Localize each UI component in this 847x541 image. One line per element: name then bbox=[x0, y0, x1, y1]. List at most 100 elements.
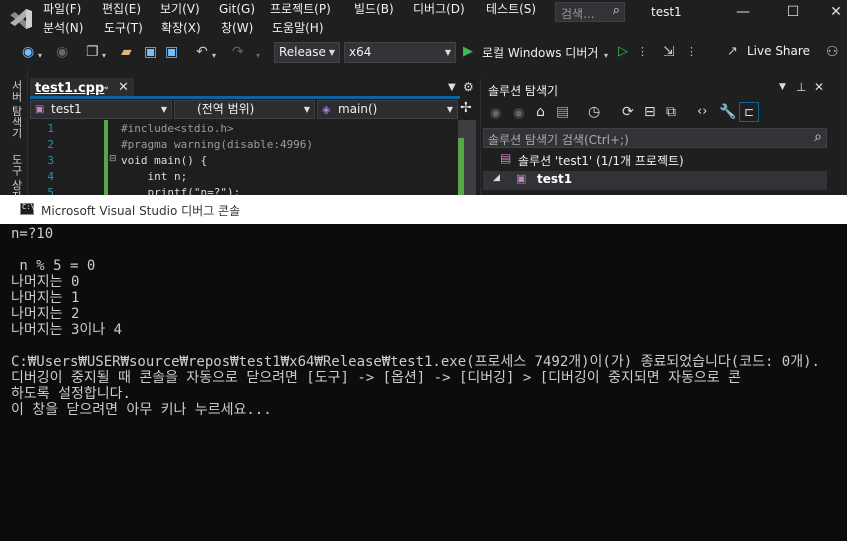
maximize-icon[interactable]: ☐ bbox=[783, 3, 803, 21]
collapse-all-icon[interactable]: ⊟ bbox=[644, 104, 656, 120]
tab-server-explorer[interactable]: 서버 탐색기 bbox=[8, 80, 24, 139]
menu-tools[interactable]: 도구(T) bbox=[104, 21, 143, 35]
pending-changes-icon[interactable]: ◷ bbox=[588, 104, 600, 120]
forward-icon[interactable]: ◉ bbox=[56, 44, 68, 60]
member-nav-select[interactable]: ◈ main() ▼ bbox=[317, 100, 458, 119]
active-tab-stripe bbox=[30, 96, 460, 99]
save-icon[interactable]: ▣ bbox=[144, 44, 157, 60]
properties-icon[interactable]: 🔧 bbox=[719, 104, 736, 120]
live-share-button[interactable]: Live Share bbox=[747, 44, 810, 58]
console-line: 하도록 설정합니다. bbox=[11, 386, 131, 402]
account-icon[interactable]: ⚇ bbox=[826, 44, 839, 60]
split-editor-icon[interactable]: ✢ bbox=[460, 100, 472, 116]
project-item[interactable]: test1 bbox=[537, 172, 572, 186]
platform-select[interactable]: x64 ▼ bbox=[344, 42, 456, 63]
start-debugging-button[interactable]: 로컬 Windows 디버거 bbox=[482, 44, 598, 61]
switch-views-icon[interactable]: ▤ bbox=[556, 104, 569, 120]
line-number: 3 bbox=[47, 154, 54, 167]
redo-dropdown-icon[interactable]: ▾ bbox=[256, 48, 260, 64]
console-line: 디버깅이 중지될 때 콘솔을 자동으로 닫으려면 [도구] -> [옵션] ->… bbox=[11, 370, 741, 386]
menu-debug[interactable]: 디버그(D) bbox=[413, 2, 465, 16]
console-output[interactable]: n=?10 n % 5 = 0 나머지는 0 나머지는 1 나머지는 2 나머지… bbox=[0, 224, 847, 541]
window-title: test1 bbox=[651, 5, 682, 19]
line-number: 4 bbox=[47, 170, 54, 183]
live-share-icon[interactable]: ↗ bbox=[727, 44, 738, 60]
pin-icon[interactable]: ⊸ bbox=[100, 83, 108, 94]
menu-test[interactable]: 테스트(S) bbox=[486, 2, 536, 16]
hot-reload-icon[interactable]: ⇲ bbox=[663, 44, 675, 60]
minimize-icon[interactable]: — bbox=[733, 3, 753, 21]
panel-menu-icon[interactable]: ▼ bbox=[779, 82, 786, 92]
menu-help[interactable]: 도움말(H) bbox=[272, 21, 324, 35]
chevron-down-icon: ▼ bbox=[446, 105, 453, 114]
forward-icon[interactable]: ◉ bbox=[513, 106, 524, 121]
menu-extensions[interactable]: 확장(X) bbox=[161, 21, 201, 35]
run-dropdown-icon[interactable]: ▾ bbox=[604, 48, 608, 64]
view-code-icon[interactable]: ‹› bbox=[697, 104, 707, 119]
project-nav-value: test1 bbox=[51, 102, 82, 116]
menu-window[interactable]: 창(W) bbox=[221, 21, 253, 35]
configuration-select[interactable]: Release ▼ bbox=[274, 42, 340, 63]
open-folder-icon[interactable]: ▰ bbox=[121, 44, 132, 60]
new-project-icon[interactable]: ❐ bbox=[86, 44, 99, 60]
cpp-project-icon: ▣ bbox=[516, 172, 527, 185]
editor-scroll-thumb[interactable] bbox=[458, 138, 464, 198]
home-icon[interactable]: ⌂ bbox=[536, 104, 545, 120]
pin-panel-icon[interactable]: ⊥ bbox=[796, 80, 806, 94]
code-line[interactable]: void main() { bbox=[121, 154, 207, 167]
close-tab-icon[interactable]: ✕ bbox=[118, 80, 129, 95]
gear-icon[interactable]: ⚙ bbox=[463, 80, 474, 94]
new-project-dropdown-icon[interactable]: ▾ bbox=[102, 48, 106, 64]
toolbar-overflow-icon[interactable]: ⋮ bbox=[686, 44, 697, 60]
menu-project[interactable]: 프로젝트(P) bbox=[270, 2, 331, 16]
preview-icon[interactable]: ⊏ bbox=[739, 102, 759, 122]
project-nav-select[interactable]: ▣ test1 ▼ bbox=[30, 100, 172, 119]
back-dropdown-icon[interactable]: ▾ bbox=[38, 48, 42, 64]
code-line[interactable]: #pragma warning(disable:4996) bbox=[121, 138, 313, 151]
console-line: n=?10 bbox=[11, 226, 54, 242]
tab-test1-cpp[interactable]: test1.cpp ⊸ ✕ bbox=[30, 78, 134, 98]
start-without-debugging-icon[interactable]: ▷ bbox=[618, 44, 628, 60]
method-icon: ◈ bbox=[322, 103, 331, 116]
chevron-down-icon: ▼ bbox=[160, 105, 167, 114]
solution-root-item[interactable]: 솔루션 'test1' (1/1개 프로젝트) bbox=[518, 152, 684, 169]
menu-build[interactable]: 빌드(B) bbox=[354, 2, 394, 16]
scope-nav-select[interactable]: (전역 범위) ▼ bbox=[174, 100, 315, 119]
back-icon[interactable]: ◉ bbox=[490, 106, 501, 121]
search-placeholder: 검색... bbox=[561, 7, 595, 21]
menu-view[interactable]: 보기(V) bbox=[160, 2, 200, 16]
close-panel-icon[interactable]: ✕ bbox=[814, 80, 824, 94]
menu-git[interactable]: Git(G) bbox=[219, 2, 255, 16]
back-icon[interactable]: ◉ bbox=[22, 44, 34, 60]
solution-search-placeholder: 솔루션 탐색기 검색(Ctrl+;) bbox=[488, 133, 629, 147]
chevron-down-icon: ▼ bbox=[444, 48, 451, 57]
console-app-icon: C:\ bbox=[20, 203, 35, 215]
collapse-icon[interactable]: ⊟ bbox=[109, 154, 117, 164]
code-view[interactable] bbox=[30, 120, 458, 206]
menu-file[interactable]: 파일(F) bbox=[43, 2, 81, 16]
search-input[interactable]: 검색... ⌕ bbox=[555, 2, 625, 22]
code-line[interactable]: #include<stdio.h> bbox=[121, 122, 234, 135]
refresh-icon[interactable]: ⟳ bbox=[622, 104, 634, 120]
show-all-files-icon[interactable]: ⧉ bbox=[666, 104, 676, 120]
close-icon[interactable]: ✕ bbox=[826, 3, 846, 21]
menu-analyze[interactable]: 분석(N) bbox=[43, 21, 83, 35]
redo-icon[interactable]: ↷ bbox=[232, 44, 244, 60]
expand-arrow-icon[interactable]: ◢ bbox=[493, 173, 500, 183]
line-number: 1 bbox=[47, 122, 54, 135]
platform-value: x64 bbox=[349, 45, 372, 59]
debug-target-icon[interactable]: ⋮ bbox=[637, 44, 648, 60]
solution-search-input[interactable]: 솔루션 탐색기 검색(Ctrl+;) ⌕ bbox=[483, 128, 827, 148]
standard-toolbar: ◉ ▾ ◉ ❐ ▾ ▰ ▣ ▣ ↶ ▾ ↷ ▾ Release ▼ x64 ▼ … bbox=[0, 40, 847, 66]
undo-dropdown-icon[interactable]: ▾ bbox=[212, 48, 216, 64]
project-row-highlight bbox=[483, 171, 827, 190]
save-all-icon[interactable]: ▣ bbox=[165, 44, 178, 60]
scope-nav-value: (전역 범위) bbox=[197, 102, 255, 116]
code-line[interactable]: int n; bbox=[121, 170, 187, 183]
tab-list-dropdown-icon[interactable]: ▼ bbox=[448, 82, 456, 93]
member-nav-value: main() bbox=[338, 102, 378, 116]
undo-icon[interactable]: ↶ bbox=[196, 44, 208, 60]
solution-explorer-title: 솔루션 탐색기 bbox=[488, 84, 559, 98]
start-debugging-icon[interactable]: ▶ bbox=[463, 44, 473, 60]
menu-edit[interactable]: 편집(E) bbox=[102, 2, 141, 16]
